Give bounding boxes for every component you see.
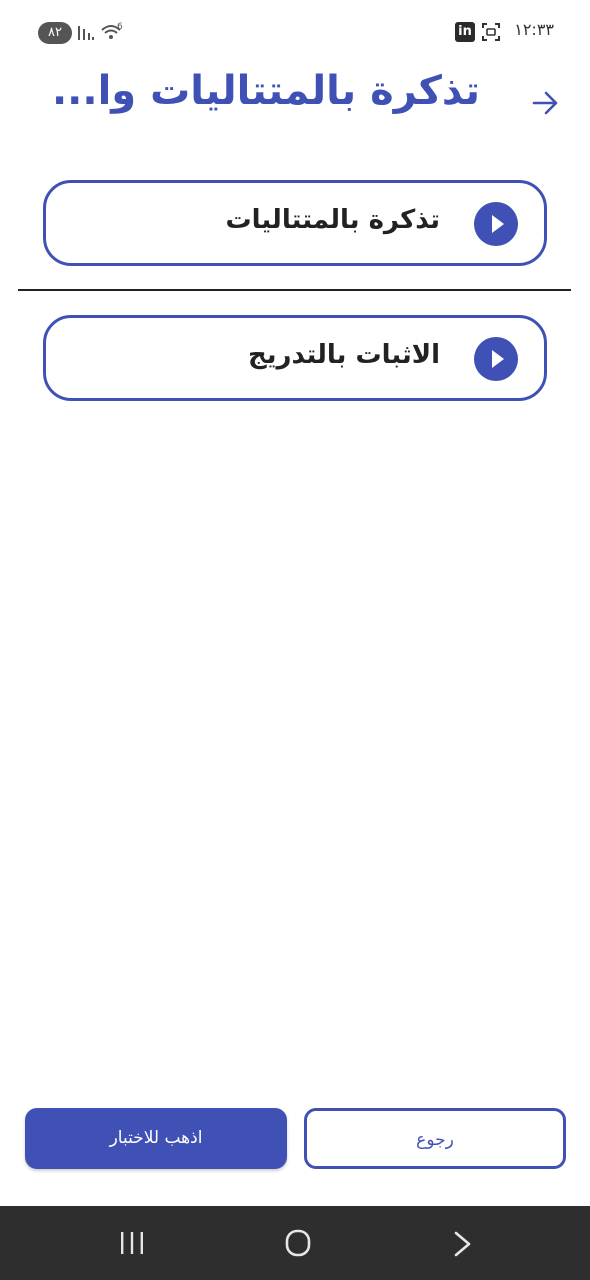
home-icon[interactable] (284, 1228, 312, 1258)
linkedin-icon: in (455, 22, 475, 42)
wifi-icon: 6 (101, 22, 123, 39)
lesson-card-sequences-review[interactable]: تذكرة بالمتتاليات (43, 180, 547, 266)
signal-icon (78, 26, 94, 40)
status-bar: ٨٢ 6 in ١٢:٣٣ (0, 0, 590, 62)
arrow-right-icon[interactable] (528, 86, 562, 120)
lesson-label: تذكرة بالمتتاليات (225, 205, 440, 235)
divider (18, 289, 571, 291)
nav-back-icon[interactable] (452, 1230, 474, 1258)
lesson-card-induction-proof[interactable]: الاثبات بالتدريج (43, 315, 547, 401)
lesson-label: الاثبات بالتدريج (248, 340, 440, 370)
battery-indicator: ٨٢ (38, 22, 72, 44)
play-circle-icon (474, 337, 518, 381)
play-circle-icon (474, 202, 518, 246)
screenshot-icon (482, 23, 500, 41)
network-type-label: 6 (117, 22, 123, 32)
system-navigation-bar (0, 1206, 590, 1280)
status-time: ١٢:٣٣ (514, 20, 554, 39)
back-button[interactable]: رجوع (304, 1108, 566, 1169)
go-to-test-button[interactable]: اذهب للاختبار (25, 1108, 287, 1169)
page-title: تذكرة بالمتتاليات وا... (51, 68, 480, 114)
app-header: تذكرة بالمتتاليات وا... (0, 62, 590, 142)
recent-apps-icon[interactable] (118, 1230, 146, 1256)
